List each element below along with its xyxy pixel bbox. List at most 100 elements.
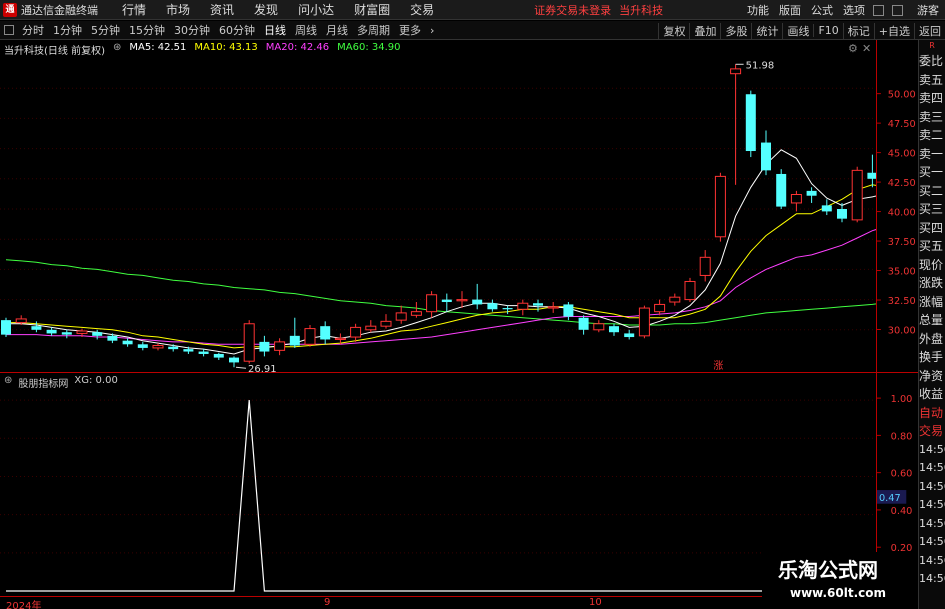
- user-label[interactable]: 游客: [917, 2, 939, 18]
- price-axis: 50.00 47.50 45.00 42.50 40.00 37.50 35.00 32.50…: [876, 40, 916, 594]
- tab-30min[interactable]: 30分钟: [174, 22, 210, 38]
- indicator-name: 股朋指标网: [18, 379, 69, 390]
- more-chevron-icon[interactable]: ›: [430, 24, 434, 37]
- candle-body-up: [654, 303, 666, 313]
- tab-more[interactable]: 更多: [399, 22, 421, 38]
- menu-formula[interactable]: 公式: [811, 2, 833, 18]
- panel-item[interactable]: 净资: [919, 367, 945, 386]
- panel-item[interactable]: 买二: [919, 182, 945, 201]
- overlay-button[interactable]: 叠加: [689, 22, 720, 39]
- menu-discover[interactable]: 发现: [254, 1, 278, 18]
- menu-layout[interactable]: 版面: [779, 2, 801, 18]
- price-tick-label: 35.00: [888, 266, 916, 277]
- tab-15min[interactable]: 15分钟: [129, 22, 165, 38]
- menu-options[interactable]: 选项: [843, 2, 865, 18]
- candle-body-down: [31, 326, 42, 330]
- candle-body-up: [243, 323, 255, 362]
- candle-body-down: [1, 320, 11, 335]
- ma20-line: [6, 229, 876, 345]
- menu-market[interactable]: 市场: [166, 1, 190, 18]
- multi-stock-button[interactable]: 多股: [720, 22, 751, 39]
- panel-item[interactable]: 涨幅: [919, 293, 945, 312]
- add-watchlist-button[interactable]: +自选: [873, 22, 914, 39]
- tab-1min[interactable]: 1分钟: [53, 22, 82, 38]
- limit-up-marker: 涨: [713, 360, 723, 372]
- chart-settings-icon[interactable]: ⚙: [848, 42, 858, 55]
- fullscreen-icon[interactable]: [892, 4, 903, 16]
- restore-price-button[interactable]: 复权: [658, 22, 689, 39]
- candle-body-up: [699, 256, 711, 276]
- panel-item[interactable]: 涨跌: [919, 274, 945, 293]
- settings-icon[interactable]: ⊛: [113, 42, 121, 57]
- tab-weekly[interactable]: 周线: [295, 22, 317, 38]
- panel-time: 14:56: [919, 479, 945, 493]
- ind-tick-label: 0.40: [891, 506, 913, 517]
- panel-item[interactable]: 现价: [919, 256, 945, 275]
- candle-body-down: [487, 303, 498, 310]
- title-right-menus: 功能 版面 公式 选项 游客: [737, 0, 945, 20]
- tab-intraday[interactable]: 分时: [22, 22, 44, 38]
- panel-item[interactable]: 自动: [919, 404, 945, 423]
- tab-daily[interactable]: 日线: [264, 22, 286, 38]
- tab-5min[interactable]: 5分钟: [91, 22, 120, 38]
- panel-item[interactable]: 卖五: [919, 71, 945, 90]
- candle-body-down: [578, 317, 589, 330]
- ind-tick-label: 1.00: [891, 394, 913, 405]
- panel-item[interactable]: 卖三: [919, 108, 945, 127]
- panel-item[interactable]: 买三: [919, 200, 945, 219]
- draw-line-button[interactable]: 画线: [782, 22, 813, 39]
- menu-news[interactable]: 资讯: [210, 1, 234, 18]
- candle-body-up: [547, 306, 559, 309]
- menu-trade[interactable]: 交易: [410, 1, 434, 18]
- price-tick-label: 47.50: [888, 119, 916, 130]
- panel-item[interactable]: 换手: [919, 348, 945, 367]
- panel-item[interactable]: 卖二: [919, 126, 945, 145]
- restore-window-icon[interactable]: [873, 4, 884, 16]
- chart-close-icon[interactable]: ✕: [862, 42, 871, 55]
- indicator-settings-icon[interactable]: ⊛: [4, 375, 12, 390]
- back-button[interactable]: 返回: [914, 22, 945, 39]
- toolbar-right: 复权 叠加 多股 统计 画线 F10 标记 +自选 返回: [658, 21, 945, 40]
- tab-multi-period[interactable]: 多周期: [357, 22, 390, 38]
- panel-item[interactable]: 委比: [919, 52, 945, 71]
- panel-item[interactable]: 卖四: [919, 89, 945, 108]
- price-tick-label: 45.00: [888, 149, 916, 160]
- menu-ask[interactable]: 问小达: [298, 1, 334, 18]
- panel-time: 14:56: [919, 572, 945, 585]
- panel-item[interactable]: 买五: [919, 237, 945, 256]
- panel-item[interactable]: 买四: [919, 219, 945, 238]
- f10-button[interactable]: F10: [813, 24, 842, 37]
- watermark-url: www.60lt.com: [790, 586, 887, 600]
- menu-function[interactable]: 功能: [747, 2, 769, 18]
- panel-item[interactable]: 交易: [919, 422, 945, 441]
- panel-time: 14:56: [919, 442, 945, 456]
- candle-body-up: [334, 337, 346, 340]
- panel-item[interactable]: 外盘: [919, 330, 945, 349]
- candle-body-down: [137, 344, 148, 348]
- panel-item[interactable]: 卖一: [919, 145, 945, 164]
- candle-body-down: [745, 94, 756, 152]
- candle-body-up: [669, 296, 681, 303]
- tab-60min[interactable]: 60分钟: [219, 22, 255, 38]
- menu-quotes[interactable]: 行情: [122, 1, 146, 18]
- indicator-chart[interactable]: [0, 373, 876, 594]
- price-tick-label: 30.00: [888, 325, 916, 336]
- chart-title: 当升科技(日线 前复权): [4, 46, 105, 57]
- candlestick-chart[interactable]: 51.9826.91涨财: [0, 40, 876, 372]
- panel-item[interactable]: 买一: [919, 163, 945, 182]
- stats-button[interactable]: 统计: [751, 22, 782, 39]
- watermark: 乐淘公式网 www.60lt.com: [762, 552, 918, 609]
- menu-wealth[interactable]: 财富圈: [354, 1, 390, 18]
- candle-body-down: [837, 209, 847, 219]
- tab-monthly[interactable]: 月线: [326, 22, 348, 38]
- ma5-label: MA5: 42.51: [129, 42, 187, 53]
- toolbar-menu-icon[interactable]: [4, 25, 14, 35]
- login-warning[interactable]: 证券交易未登录: [534, 2, 611, 18]
- panel-r-label[interactable]: R: [919, 40, 945, 52]
- candle-body-down: [320, 326, 331, 340]
- mark-button[interactable]: 标记: [842, 22, 874, 39]
- indicator-legend: ⊛ 股朋指标网 XG: 0.00: [4, 375, 118, 390]
- panel-item[interactable]: 收益: [919, 385, 945, 404]
- low-pointer: [235, 366, 247, 369]
- panel-item[interactable]: 总量: [919, 311, 945, 330]
